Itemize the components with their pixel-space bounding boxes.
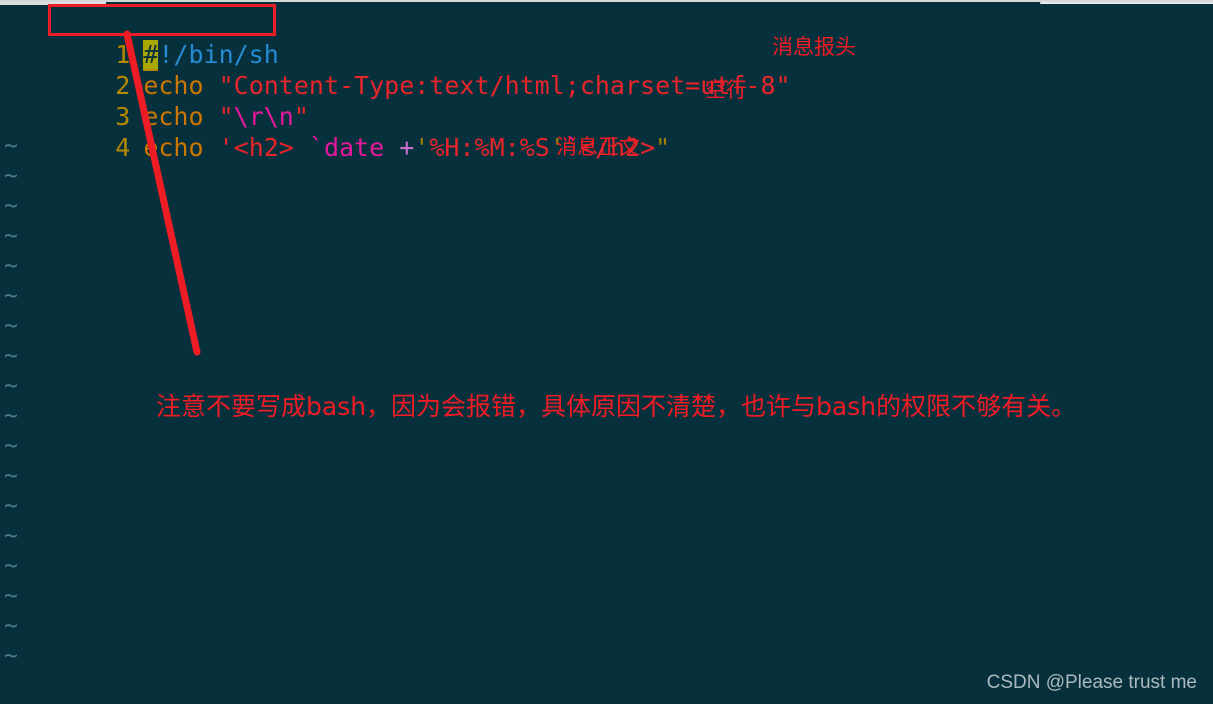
- vim-empty-line-marker: ~: [4, 324, 18, 339]
- vim-editor[interactable]: 1 #!/bin/sh 2 echo "Content-Type:text/html…: [0, 6, 1213, 704]
- vim-empty-line-marker: ~: [4, 624, 18, 639]
- callout-rectangle-shebang: [48, 4, 276, 36]
- vim-empty-line-marker: ~: [4, 534, 18, 549]
- annotation-message-body: 消息正文: [556, 135, 640, 159]
- token-html-open-tag: '<h2>: [218, 133, 309, 162]
- csdn-watermark: CSDN @Please trust me: [986, 672, 1197, 693]
- vim-empty-line-marker: ~: [4, 294, 18, 309]
- token-command-echo: echo: [143, 133, 204, 162]
- vim-empty-line-marker: ~: [4, 504, 18, 519]
- token-trailing-dquote: ": [655, 133, 671, 162]
- token-squote-open: ': [414, 133, 430, 162]
- vim-empty-line-marker: ~: [4, 474, 18, 489]
- vim-empty-line-marker: ~: [4, 234, 18, 249]
- vim-empty-line-marker: ~: [4, 444, 18, 459]
- vim-empty-line-marker: ~: [4, 564, 18, 579]
- chrome-top-border: [0, 0, 1213, 2]
- vim-empty-line-marker: ~: [4, 174, 18, 189]
- vim-empty-line-marker: ~: [4, 354, 18, 369]
- vim-empty-line-marker: ~: [4, 654, 18, 669]
- code-line-3[interactable]: 3 echo "\r\n": [18, 72, 309, 131]
- code-line-2[interactable]: 2 echo "Content-Type:text/html;charset=ut…: [18, 41, 790, 100]
- annotation-blank-line: 空行: [705, 78, 747, 102]
- terminal-window: 1 #!/bin/sh 2 echo "Content-Type:text/html…: [0, 0, 1213, 704]
- token-plus-operator: +: [399, 133, 415, 162]
- line-number: 4: [115, 133, 131, 162]
- vim-empty-line-marker: ~: [4, 264, 18, 279]
- token-backtick-date: `date: [308, 133, 385, 162]
- vim-empty-line-marker: ~: [4, 594, 18, 609]
- token-date-format: %H:%M:%S: [429, 133, 550, 162]
- vim-empty-line-marker: ~: [4, 384, 18, 399]
- annotation-bottom-note: 注意不要写成bash，因为会报错，具体原因不清楚，也许与bash的权限不够有关。: [156, 392, 1077, 421]
- vim-empty-line-marker: ~: [4, 414, 18, 429]
- annotation-message-header: 消息报头: [772, 35, 856, 59]
- vim-empty-line-marker: ~: [4, 144, 18, 159]
- vim-empty-line-markers: ~ ~ ~ ~ ~ ~ ~ ~ ~ ~ ~ ~ ~ ~ ~ ~ ~ ~: [4, 144, 30, 684]
- code-line-4[interactable]: 4 echo '<h2> `date +'%H:%M:%S'`</h2>": [18, 103, 670, 162]
- vim-empty-line-marker: ~: [4, 204, 18, 219]
